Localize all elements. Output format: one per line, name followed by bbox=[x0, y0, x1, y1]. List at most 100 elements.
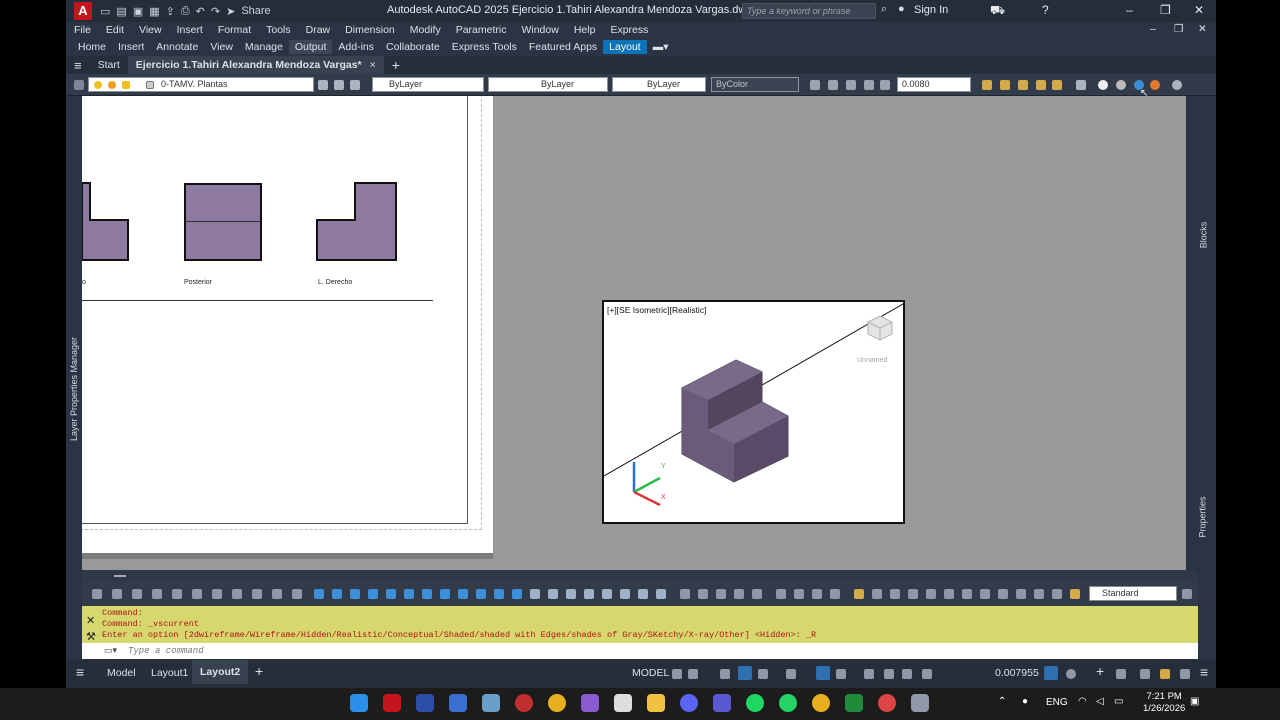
lineweight-icon[interactable] bbox=[864, 669, 874, 679]
help-icon[interactable]: ? bbox=[1042, 3, 1049, 17]
menu-parametric[interactable]: Parametric bbox=[456, 24, 507, 36]
share-icon[interactable]: ➤ bbox=[226, 5, 235, 18]
aligned-dim-icon[interactable] bbox=[112, 589, 122, 599]
workspace-gear-icon[interactable] bbox=[1066, 669, 1076, 679]
taskbar-clock[interactable]: 7:21 PM 1/26/2026 bbox=[1143, 691, 1185, 715]
lineweight-dropdown[interactable]: ByLayer bbox=[612, 77, 706, 92]
visual-styles-manager-icon[interactable] bbox=[1172, 80, 1182, 90]
tab-collaborate[interactable]: Collaborate bbox=[380, 40, 446, 54]
tab-layout[interactable]: Layout bbox=[603, 40, 647, 54]
isodraft-icon[interactable] bbox=[786, 669, 796, 679]
dimstyle-dropdown[interactable]: Standard bbox=[1089, 586, 1177, 601]
user-icon[interactable]: ● bbox=[898, 3, 905, 15]
isolate-objects-icon[interactable] bbox=[1160, 669, 1170, 679]
ordinate-icon[interactable] bbox=[152, 589, 162, 599]
transparency-icon[interactable] bbox=[884, 669, 894, 679]
arc-icon[interactable] bbox=[776, 589, 786, 599]
model-space-toggle[interactable]: MODEL bbox=[632, 667, 669, 679]
menu-modify[interactable]: Modify bbox=[410, 24, 441, 36]
whatsapp-icon[interactable] bbox=[779, 694, 797, 712]
selection-cycling-icon[interactable] bbox=[902, 669, 912, 679]
linear-dim-icon[interactable] bbox=[92, 589, 102, 599]
rotate-3d-icon[interactable] bbox=[698, 589, 708, 599]
web-save-icon[interactable]: ⇪ bbox=[166, 5, 175, 18]
ellipse-icon[interactable] bbox=[812, 589, 822, 599]
dim-edit-icon[interactable] bbox=[926, 589, 936, 599]
viewport-scale-status[interactable]: 0.007955 bbox=[995, 667, 1039, 679]
dim-center-icon[interactable] bbox=[872, 589, 882, 599]
named-views-icon[interactable] bbox=[1076, 80, 1086, 90]
zoom-previous-icon[interactable] bbox=[846, 80, 856, 90]
layer-walk-icon[interactable] bbox=[350, 80, 360, 90]
dim-override-icon[interactable] bbox=[1052, 589, 1062, 599]
horizontal-scrollbar[interactable] bbox=[82, 570, 1198, 582]
tab-add-ins[interactable]: Add-ins bbox=[332, 40, 380, 54]
distance-icon[interactable] bbox=[982, 80, 992, 90]
circle-icon[interactable] bbox=[794, 589, 804, 599]
new-tab-icon[interactable]: + bbox=[384, 57, 408, 73]
close-tab-icon[interactable]: × bbox=[361, 56, 384, 74]
grid-icon[interactable] bbox=[672, 669, 682, 679]
sphere-icon[interactable] bbox=[368, 589, 378, 599]
tab-start[interactable]: Start bbox=[90, 59, 128, 71]
revit-taskbar-icon[interactable] bbox=[416, 694, 434, 712]
match-layer-icon[interactable] bbox=[318, 80, 328, 90]
ortho-icon[interactable] bbox=[738, 666, 752, 680]
torus-icon[interactable] bbox=[422, 589, 432, 599]
autocad-logo[interactable]: A bbox=[74, 2, 92, 20]
2d-wireframe-style-icon[interactable] bbox=[1098, 80, 1108, 90]
layer-states-icon[interactable] bbox=[74, 80, 84, 90]
wedge-icon[interactable] bbox=[404, 589, 414, 599]
volume-icon[interactable]: ◁ bbox=[1096, 696, 1104, 707]
color-dropdown[interactable]: ByLayer bbox=[372, 77, 484, 92]
undo-icon[interactable]: ↶ bbox=[196, 5, 205, 18]
mirror-3d-icon[interactable] bbox=[734, 589, 744, 599]
viewcube-ucs-menu[interactable]: Unnamed bbox=[857, 357, 887, 364]
align-3d-icon[interactable] bbox=[716, 589, 726, 599]
viewport-scale-dropdown[interactable]: 0.0080 bbox=[897, 77, 971, 92]
tab-view[interactable]: View bbox=[204, 40, 239, 54]
list-icon[interactable] bbox=[1036, 80, 1046, 90]
blocks-palette-tab[interactable]: Blocks bbox=[1198, 222, 1208, 249]
notifications-icon[interactable]: ▣ bbox=[1190, 696, 1199, 707]
tray-overflow-icon[interactable]: ⌃ bbox=[998, 696, 1006, 707]
conceptual-style-icon[interactable] bbox=[1150, 80, 1160, 90]
fillet-edge-icon[interactable] bbox=[638, 589, 648, 599]
menu-format[interactable]: Format bbox=[218, 24, 251, 36]
tab-layout1[interactable]: Layout1 bbox=[151, 667, 188, 679]
scroll-thumb[interactable] bbox=[114, 575, 126, 577]
continue-icon[interactable] bbox=[292, 589, 302, 599]
hardware-acceleration-icon[interactable] bbox=[1140, 669, 1150, 679]
tab-insert[interactable]: Insert bbox=[112, 40, 150, 54]
restore-icon[interactable]: ❐ bbox=[1160, 3, 1171, 17]
zoom-window-icon[interactable] bbox=[828, 80, 838, 90]
file-explorer-icon[interactable] bbox=[647, 694, 665, 712]
copilot-icon[interactable] bbox=[581, 694, 599, 712]
app-icon[interactable] bbox=[515, 694, 533, 712]
units-icon[interactable] bbox=[1116, 669, 1126, 679]
chrome-profile-icon[interactable] bbox=[812, 694, 830, 712]
properties-palette-tab[interactable]: Properties bbox=[1198, 496, 1208, 537]
linetype-dropdown[interactable]: ByLayer bbox=[488, 77, 608, 92]
command-line[interactable]: ▭▾ Type a command bbox=[82, 643, 1198, 659]
doc-close-icon[interactable]: ✕ bbox=[1198, 23, 1207, 35]
menu-draw[interactable]: Draw bbox=[306, 24, 331, 36]
wifi-icon[interactable]: ◠ bbox=[1078, 696, 1087, 707]
microphone-icon[interactable]: ● bbox=[1022, 696, 1028, 707]
dim-style-icon[interactable] bbox=[1034, 589, 1044, 599]
clean-screen-icon[interactable] bbox=[1180, 669, 1190, 679]
snap-icon[interactable] bbox=[688, 669, 698, 679]
battery-icon[interactable]: ▭ bbox=[1114, 696, 1123, 707]
angular-icon[interactable] bbox=[232, 589, 242, 599]
tab-model[interactable]: Model bbox=[107, 667, 136, 679]
object-snap-icon[interactable] bbox=[836, 669, 846, 679]
union-icon[interactable] bbox=[530, 589, 540, 599]
layer-previous-icon[interactable] bbox=[334, 80, 344, 90]
menu-help[interactable]: Help bbox=[574, 24, 596, 36]
recorder-icon[interactable] bbox=[878, 694, 896, 712]
dim-text-edit-icon[interactable] bbox=[944, 589, 954, 599]
windows-start-icon[interactable] bbox=[350, 694, 368, 712]
menu-file[interactable]: File bbox=[74, 24, 91, 36]
tab-annotate[interactable]: Annotate bbox=[150, 40, 204, 54]
customize-command-icon[interactable]: ⚒ bbox=[86, 630, 96, 643]
